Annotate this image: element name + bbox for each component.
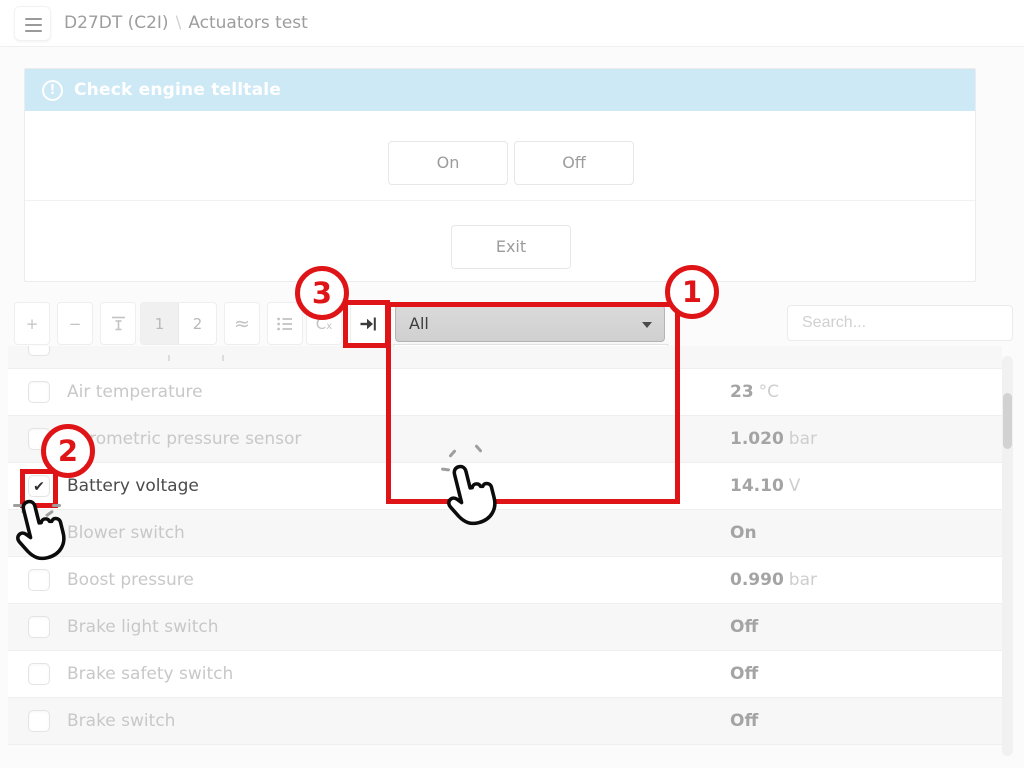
hamburger-icon [25,18,42,35]
add-button[interactable]: + [14,302,50,345]
menu-button[interactable] [14,6,51,41]
row-value: 0.990bar [730,557,817,603]
list-button[interactable] [267,302,303,345]
row-label: Boost pressure [67,557,194,603]
table-bottom-divider [8,744,1002,745]
step-circle-2: 2 [41,424,95,478]
row-checkbox[interactable] [28,569,50,591]
list-icon [277,317,293,331]
text-height-icon [111,316,126,331]
column-view-switch: 1 2 [140,302,217,345]
group-filter-value: All [409,314,429,333]
off-button[interactable]: Off [514,141,634,185]
row-label: Air temperature [67,369,203,415]
step-circle-3: 3 [295,266,349,320]
row-label: Brake light switch [67,604,219,650]
search-input[interactable] [787,305,1013,341]
table-row-partial [8,346,1002,368]
view-1-button[interactable]: 1 [141,303,179,344]
breadcrumb-page: Actuators test [188,13,308,33]
row-height-button[interactable] [100,302,136,345]
checkmark-icon: ✔ [33,479,45,495]
alert-circle-icon: ! [42,80,63,101]
row-checkbox[interactable] [28,710,50,732]
clipped-text-mark [222,355,224,361]
breadcrumb-device: D27DT (C2I) [64,13,169,33]
arrow-to-bar-icon [360,317,377,331]
row-value: 1.020bar [730,416,817,462]
scrollbar-thumb[interactable] [1003,393,1012,449]
row-label: Brake safety switch [67,651,233,697]
row-checkbox[interactable] [28,616,50,638]
panel-divider [25,200,975,201]
row-value: Off [730,604,763,650]
remove-button[interactable]: − [57,302,93,345]
clipped-text-mark [168,355,170,361]
panel-title: Check engine telltale [74,80,281,100]
row-value: Off [730,651,763,697]
exit-button[interactable]: Exit [451,225,571,269]
breadcrumb-separator: \ [176,13,182,33]
table-row[interactable]: Barometric pressure sensor 1.020bar [8,415,1002,462]
row-value: On [730,510,762,556]
table-row[interactable]: ✔ Battery voltage 14.10V [8,462,1002,509]
row-label: Barometric pressure sensor [67,416,301,462]
table-row[interactable]: Brake safety switch Off [8,650,1002,697]
telltale-panel-header: ! Check engine telltale [25,69,975,111]
breadcrumb: D27DT (C2I) \ Actuators test [64,0,308,47]
row-value: 23°C [730,369,779,415]
table-row[interactable]: Brake light switch Off [8,603,1002,650]
top-bar: D27DT (C2I)\Actuators test ✓ 12.40 B [0,0,1024,47]
table-row[interactable]: Air temperature 23°C [8,368,1002,415]
row-checkbox[interactable] [28,381,50,403]
group-filter-select[interactable]: All [395,305,665,342]
row-label: Blower switch [67,510,185,556]
row-checkbox[interactable] [28,663,50,685]
row-label: Brake switch [67,698,175,744]
on-button[interactable]: On [388,141,508,185]
table-row[interactable]: Brake switch Off [8,697,1002,744]
move-selected-button[interactable] [350,302,386,345]
table-row[interactable]: Boost pressure 0.990bar [8,556,1002,603]
row-value: 14.10V [730,463,800,509]
view-2-button[interactable]: 2 [179,303,216,344]
row-checkbox[interactable] [28,346,50,356]
table-row[interactable]: Blower switch On [8,509,1002,556]
step-circle-1: 1 [665,265,719,319]
row-value: Off [730,698,763,744]
graph-button[interactable]: ≈ [224,302,260,345]
chevron-down-icon [642,322,652,328]
app-screen: D27DT (C2I)\Actuators test ✓ 12.40 B ! C… [0,0,1024,768]
clear-values-sub-label: x [326,321,332,332]
telltale-panel: ! Check engine telltale On Off Exit [24,68,976,282]
